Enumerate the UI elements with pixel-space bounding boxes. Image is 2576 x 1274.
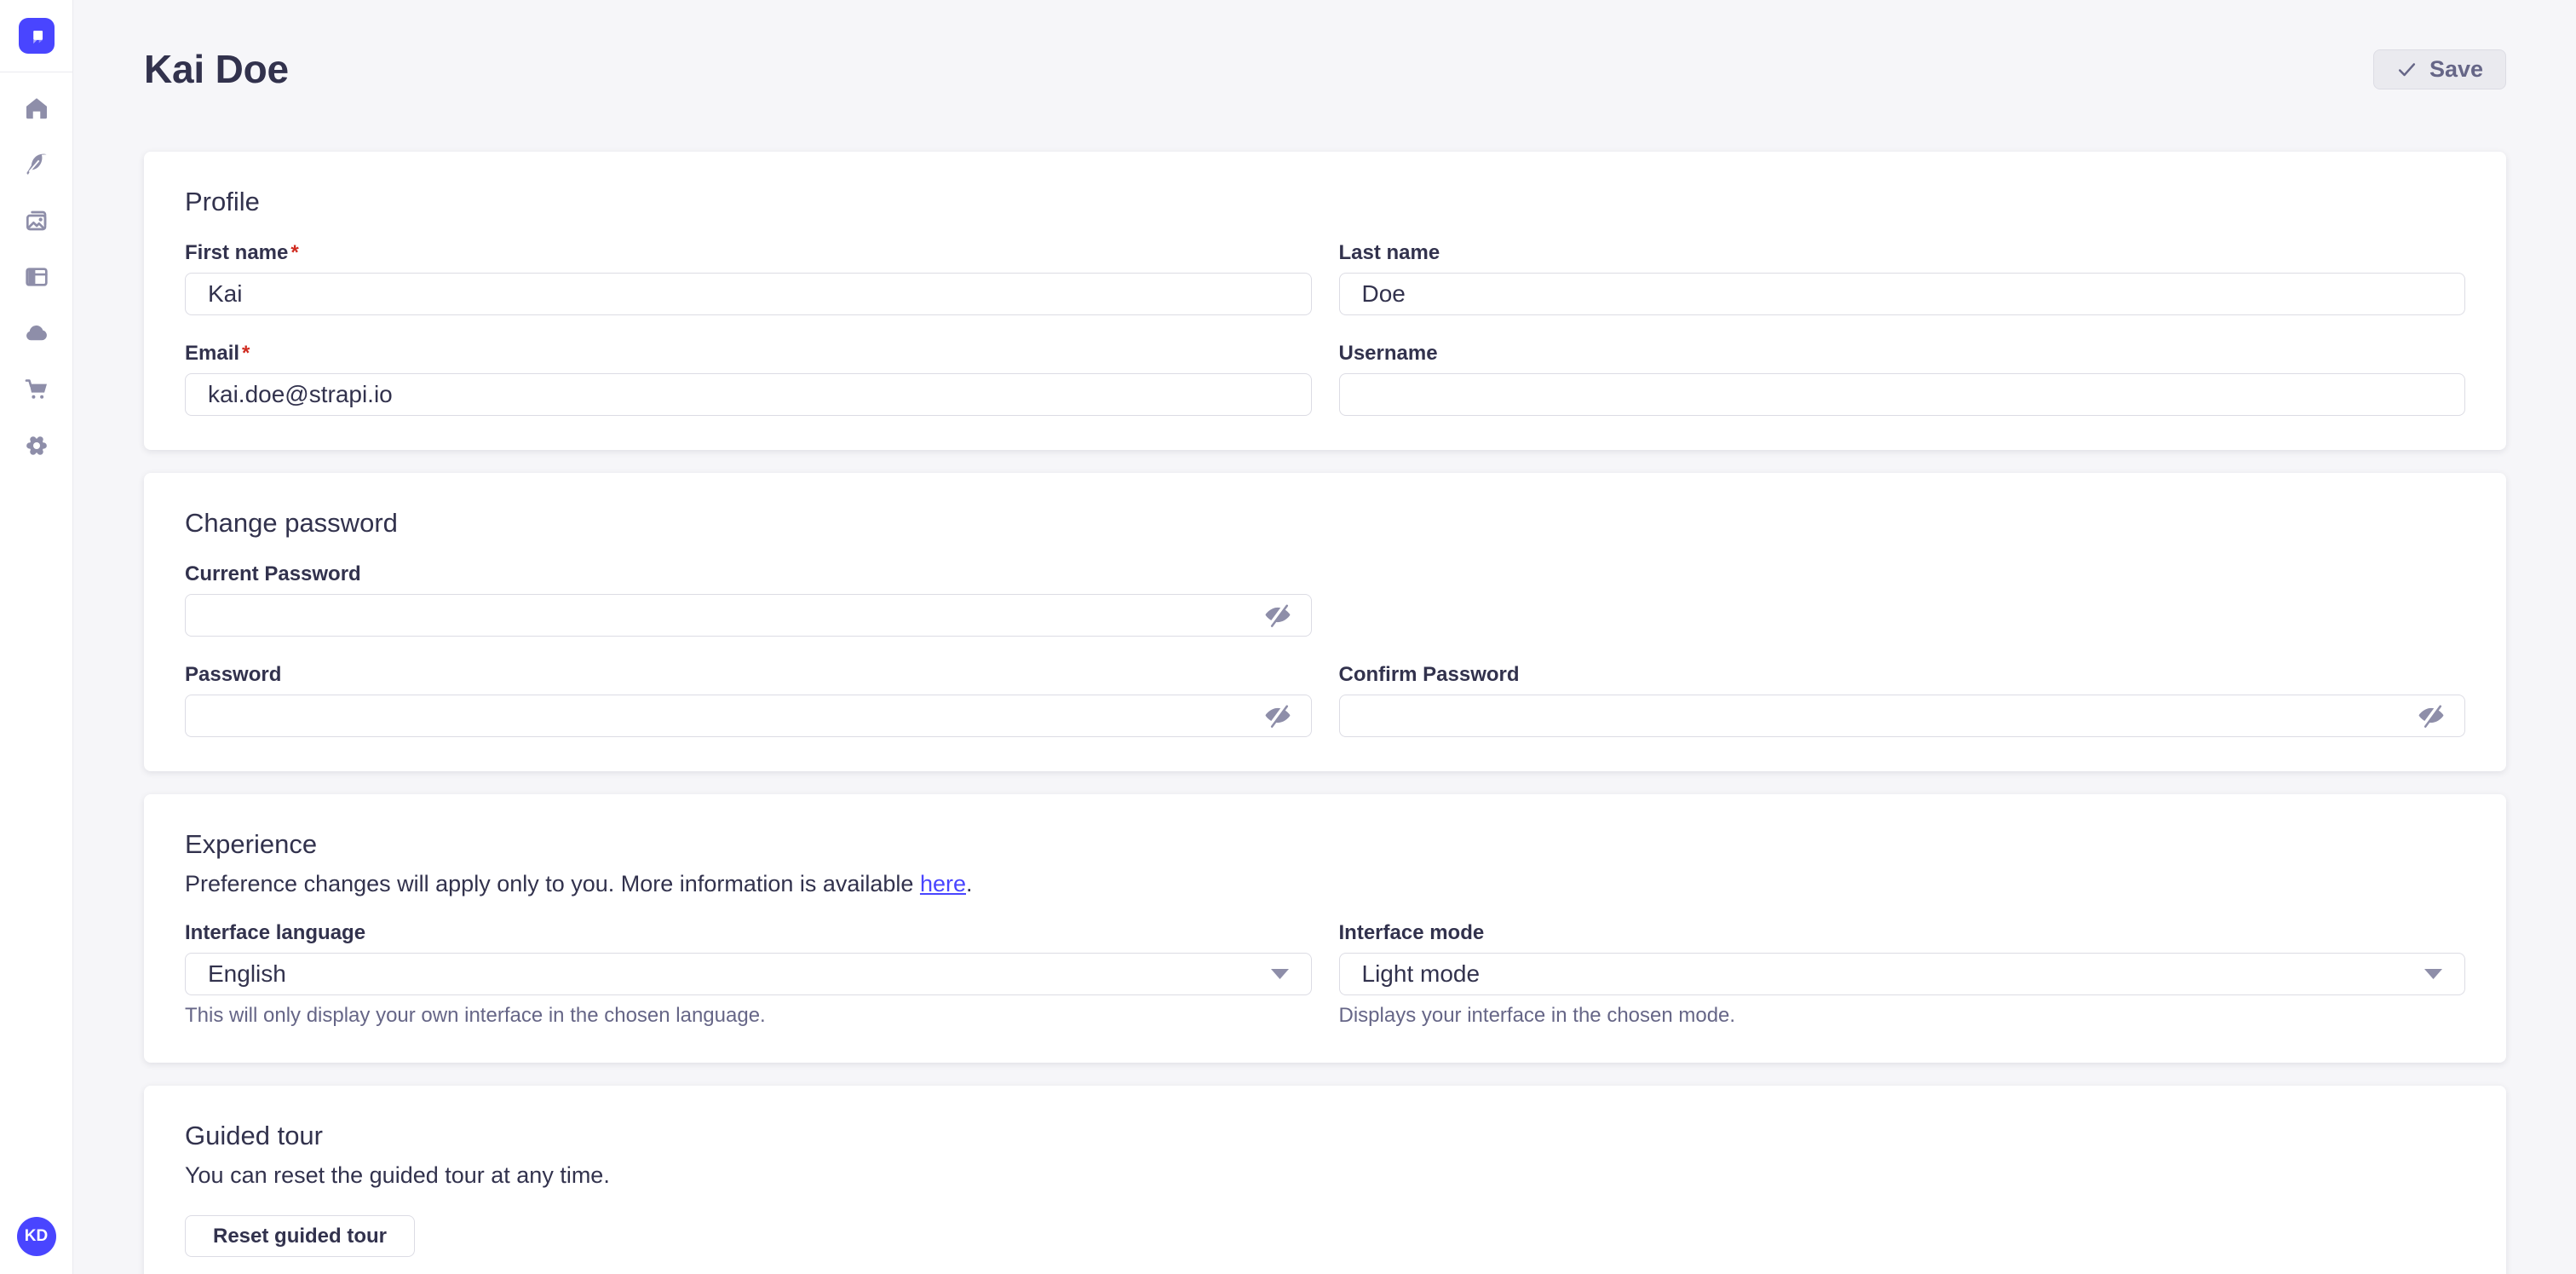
interface-mode-label: Interface mode bbox=[1339, 920, 2466, 946]
interface-mode-value: Light mode bbox=[1362, 960, 1481, 988]
main-content: Kai Doe Save Profile First name* Las bbox=[73, 0, 2576, 1274]
check-icon bbox=[2396, 59, 2418, 80]
strapi-logo-icon bbox=[19, 18, 55, 54]
sidebar-item-content-manager[interactable] bbox=[22, 262, 51, 291]
change-password-section-title: Change password bbox=[185, 507, 2465, 539]
reset-guided-tour-button[interactable]: Reset guided tour bbox=[185, 1215, 415, 1257]
settings-cards: Profile First name* Last name Email* bbox=[144, 152, 2506, 1274]
experience-card: Experience Preference changes will apply… bbox=[144, 794, 2506, 1063]
required-asterisk: * bbox=[242, 342, 250, 365]
logo-area bbox=[0, 0, 72, 72]
interface-language-hint: This will only display your own interfac… bbox=[185, 1003, 1312, 1029]
profile-fields-grid: First name* Last name Email* Username bbox=[185, 240, 2465, 416]
eye-off-icon bbox=[1263, 701, 1292, 730]
toggle-password-visibility-button[interactable] bbox=[1261, 699, 1295, 733]
strapi-admin-app: KD Kai Doe Save Profile First name* bbox=[0, 0, 2576, 1274]
username-label: Username bbox=[1339, 341, 2466, 366]
first-name-field: First name* bbox=[185, 240, 1312, 315]
sidebar-item-settings[interactable] bbox=[22, 431, 51, 460]
experience-description: Preference changes will apply only to yo… bbox=[185, 869, 2465, 898]
chevron-down-icon bbox=[2424, 969, 2442, 979]
confirm-password-field: Confirm Password bbox=[1339, 662, 2466, 737]
interface-language-value: English bbox=[208, 960, 286, 988]
interface-language-label: Interface language bbox=[185, 920, 1312, 946]
confirm-password-label: Confirm Password bbox=[1339, 662, 2466, 688]
guided-tour-description: You can reset the guided tour at any tim… bbox=[185, 1161, 2465, 1190]
sidebar: KD bbox=[0, 0, 73, 1274]
toggle-password-visibility-button[interactable] bbox=[1261, 598, 1295, 632]
username-input[interactable] bbox=[1339, 373, 2466, 416]
user-avatar[interactable]: KD bbox=[17, 1217, 56, 1256]
save-button-label: Save bbox=[2429, 56, 2483, 83]
email-label: Email* bbox=[185, 341, 1312, 366]
new-password-input[interactable] bbox=[185, 695, 1312, 737]
interface-language-field: Interface language English This will onl… bbox=[185, 920, 1312, 1029]
email-input[interactable] bbox=[185, 373, 1312, 416]
first-name-label: First name* bbox=[185, 240, 1312, 266]
interface-mode-hint: Displays your interface in the chosen mo… bbox=[1339, 1003, 2466, 1029]
current-password-field: Current Password bbox=[185, 562, 1312, 637]
sidebar-item-content-type-builder[interactable] bbox=[22, 150, 51, 179]
first-name-input[interactable] bbox=[185, 273, 1312, 315]
last-name-input[interactable] bbox=[1339, 273, 2466, 315]
eye-off-icon bbox=[2417, 701, 2446, 730]
change-password-fields-grid: Current Password bbox=[185, 562, 2465, 737]
page-header: Kai Doe Save bbox=[144, 46, 2506, 92]
required-asterisk: * bbox=[290, 241, 298, 264]
interface-mode-select[interactable]: Light mode bbox=[1339, 953, 2466, 995]
eye-off-icon bbox=[1263, 601, 1292, 630]
sidebar-item-media-library[interactable] bbox=[22, 206, 51, 235]
profile-section-title: Profile bbox=[185, 186, 2465, 218]
change-password-card: Change password Current Password bbox=[144, 473, 2506, 771]
current-password-label: Current Password bbox=[185, 562, 1312, 587]
new-password-field: Password bbox=[185, 662, 1312, 737]
profile-card: Profile First name* Last name Email* bbox=[144, 152, 2506, 450]
sidebar-item-cloud[interactable] bbox=[22, 319, 51, 348]
experience-fields-grid: Interface language English This will onl… bbox=[185, 920, 2465, 1029]
guided-tour-section-title: Guided tour bbox=[185, 1120, 2465, 1152]
email-field: Email* bbox=[185, 341, 1312, 416]
toggle-password-visibility-button[interactable] bbox=[2414, 699, 2448, 733]
more-information-link[interactable]: here bbox=[920, 871, 966, 896]
confirm-password-input[interactable] bbox=[1339, 695, 2466, 737]
experience-section-title: Experience bbox=[185, 828, 2465, 861]
page-title: Kai Doe bbox=[144, 46, 289, 92]
sidebar-item-home[interactable] bbox=[22, 94, 51, 123]
last-name-label: Last name bbox=[1339, 240, 2466, 266]
new-password-label: Password bbox=[185, 662, 1312, 688]
interface-language-select[interactable]: English bbox=[185, 953, 1312, 995]
interface-mode-field: Interface mode Light mode Displays your … bbox=[1339, 920, 2466, 1029]
current-password-input[interactable] bbox=[185, 594, 1312, 637]
sidebar-nav bbox=[22, 94, 51, 460]
last-name-field: Last name bbox=[1339, 240, 2466, 315]
sidebar-item-marketplace[interactable] bbox=[22, 375, 51, 404]
guided-tour-card: Guided tour You can reset the guided tou… bbox=[144, 1086, 2506, 1274]
save-button[interactable]: Save bbox=[2373, 49, 2506, 89]
chevron-down-icon bbox=[1271, 969, 1289, 979]
username-field: Username bbox=[1339, 341, 2466, 416]
